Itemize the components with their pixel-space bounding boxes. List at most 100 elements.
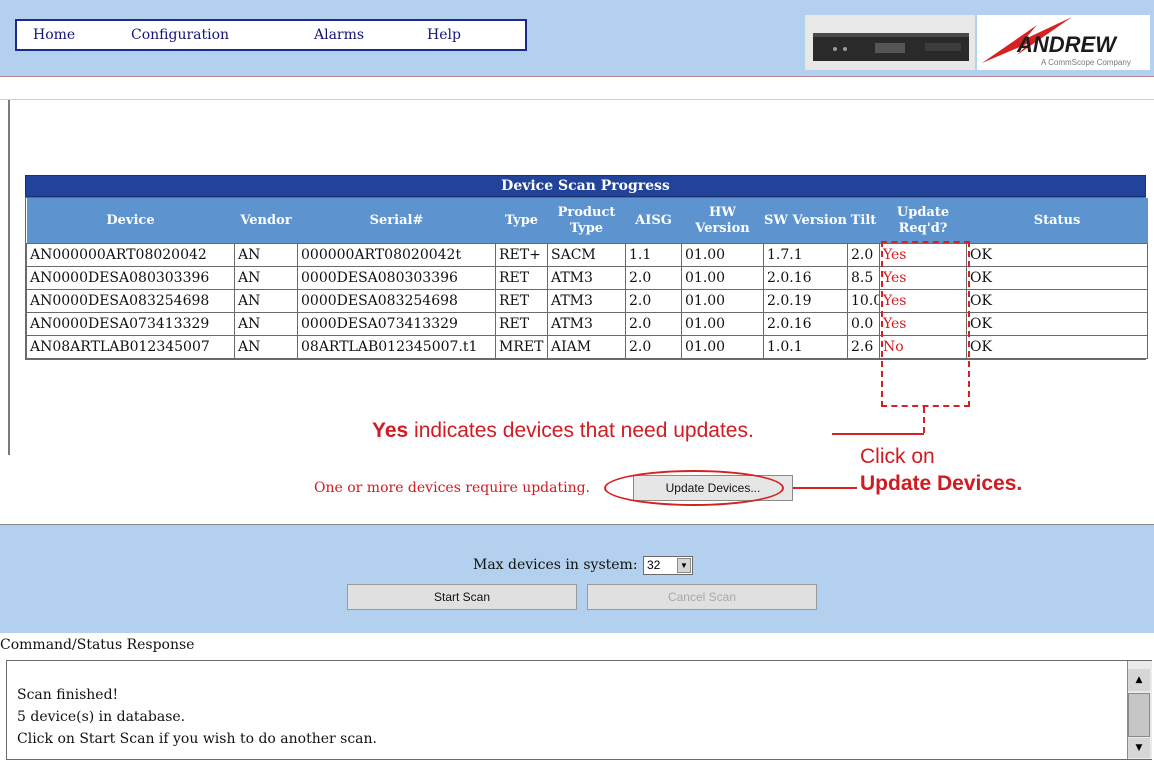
cell-product-type: ATM3 <box>547 266 626 290</box>
cell-vendor: AN <box>234 289 298 313</box>
update-column-highlight <box>881 241 970 407</box>
callout-pointer-line <box>793 487 857 489</box>
max-devices-select[interactable]: 32 ▼ <box>643 556 693 575</box>
cell-status: OK <box>966 243 1148 267</box>
table-row: AN0000DESA080303396 AN 0000DESA080303396 RE… <box>26 266 1148 290</box>
callout-yes-rest: indicates devices that need updates. <box>408 419 754 442</box>
cell-status: OK <box>966 266 1148 290</box>
console-line: Click on Start Scan if you wish to do an… <box>17 731 377 747</box>
cell-hw-version: 01.00 <box>681 266 764 290</box>
header-strip <box>0 77 1154 100</box>
nav-menu: Home Configuration Alarms Help <box>15 19 527 51</box>
cell-tilt: 0.0 <box>847 312 880 336</box>
andrew-logo: ANDREW A CommScope Company <box>977 15 1150 70</box>
scan-controls <box>0 524 1154 633</box>
col-product-type: Product Type <box>547 198 626 244</box>
cell-hw-version: 01.00 <box>681 289 764 313</box>
cell-product-type: ATM3 <box>547 312 626 336</box>
status-response-console[interactable]: Scan finished! 5 device(s) in database. … <box>6 660 1152 760</box>
cell-device: AN000000ART08020042 <box>26 243 235 267</box>
table-title: Device Scan Progress <box>25 175 1146 197</box>
scroll-thumb[interactable] <box>1128 693 1150 737</box>
nav-home[interactable]: Home <box>33 27 75 43</box>
scroll-down-icon[interactable]: ▼ <box>1128 738 1150 758</box>
cell-status: OK <box>966 289 1148 313</box>
cell-serial: 0000DESA080303396 <box>297 266 496 290</box>
max-devices-value: 32 <box>647 558 661 572</box>
nav-alarms[interactable]: Alarms <box>314 27 364 43</box>
update-button-highlight <box>604 470 784 506</box>
cell-tilt: 2.0 <box>847 243 880 267</box>
table-row: AN0000DESA083254698 AN 0000DESA083254698 RE… <box>26 289 1148 313</box>
cell-device: AN0000DESA083254698 <box>26 289 235 313</box>
cell-sw-version: 2.0.16 <box>763 312 848 336</box>
cell-product-type: ATM3 <box>547 289 626 313</box>
cell-status: OK <box>966 312 1148 336</box>
cell-aisg: 2.0 <box>625 312 682 336</box>
svg-text:ANDREW: ANDREW <box>1016 32 1118 57</box>
cell-serial: 000000ART08020042t <box>297 243 496 267</box>
col-sw-version: SW Version <box>763 198 848 244</box>
cell-type: RET <box>495 266 548 290</box>
col-update-reqd: Update Req'd? <box>879 198 967 244</box>
cell-vendor: AN <box>234 335 298 359</box>
cell-aisg: 2.0 <box>625 289 682 313</box>
cell-vendor: AN <box>234 266 298 290</box>
cell-tilt: 10.0 <box>847 289 880 313</box>
callout-update-devices: Update Devices. <box>860 472 1023 495</box>
table-row: AN08ARTLAB012345007 AN 08ARTLAB012345007.t… <box>26 335 1148 359</box>
console-line: 5 device(s) in database. <box>17 709 186 725</box>
table-row: AN000000ART08020042 AN 000000ART08020042t R… <box>26 243 1148 267</box>
col-type: Type <box>495 198 548 244</box>
cell-aisg: 2.0 <box>625 266 682 290</box>
device-rack-image <box>805 15 975 70</box>
cancel-scan-button: Cancel Scan <box>587 584 817 610</box>
cell-sw-version: 2.0.16 <box>763 266 848 290</box>
max-devices-label: Max devices in system: <box>473 557 638 573</box>
col-vendor: Vendor <box>234 198 298 244</box>
col-tilt: Tilt <box>847 198 880 244</box>
cell-product-type: AIAM <box>547 335 626 359</box>
cell-sw-version: 2.0.19 <box>763 289 848 313</box>
col-device: Device <box>26 198 235 244</box>
cell-tilt: 8.5 <box>847 266 880 290</box>
cell-serial: 0000DESA083254698 <box>297 289 496 313</box>
cell-product-type: SACM <box>547 243 626 267</box>
cell-status: OK <box>966 335 1148 359</box>
callout-line <box>832 433 924 435</box>
cell-serial: 0000DESA073413329 <box>297 312 496 336</box>
cell-hw-version: 01.00 <box>681 335 764 359</box>
callout-click-on: Click on <box>860 445 935 468</box>
cell-device: AN0000DESA080303396 <box>26 266 235 290</box>
cell-aisg: 2.0 <box>625 335 682 359</box>
cell-type: RET <box>495 312 548 336</box>
col-status: Status <box>966 198 1148 244</box>
chevron-down-icon[interactable]: ▼ <box>677 558 691 573</box>
callout-click-text: Click on Update Devices. <box>860 443 1022 497</box>
table-row: AN0000DESA073413329 AN 0000DESA073413329 RE… <box>26 312 1148 336</box>
col-aisg: AISG <box>625 198 682 244</box>
cell-type: RET+ <box>495 243 548 267</box>
cell-vendor: AN <box>234 243 298 267</box>
cell-type: RET <box>495 289 548 313</box>
scroll-up-icon[interactable]: ▲ <box>1128 669 1150 691</box>
cell-hw-version: 01.00 <box>681 243 764 267</box>
cell-vendor: AN <box>234 312 298 336</box>
cell-device: AN08ARTLAB012345007 <box>26 335 235 359</box>
start-scan-button[interactable]: Start Scan <box>347 584 577 610</box>
command-status-label: Command/Status Response <box>0 637 195 653</box>
cell-hw-version: 01.00 <box>681 312 764 336</box>
cell-device: AN0000DESA073413329 <box>26 312 235 336</box>
cell-tilt: 2.6 <box>847 335 880 359</box>
col-hw-version: HW Version <box>681 198 764 244</box>
nav-help[interactable]: Help <box>427 27 461 43</box>
device-scan-table: Device Scan Progress Device Vendor Seria… <box>25 175 1148 360</box>
nav-configuration[interactable]: Configuration <box>131 27 229 43</box>
col-serial: Serial# <box>297 198 496 244</box>
svg-text:A CommScope Company: A CommScope Company <box>1041 58 1131 67</box>
console-line: Scan finished! <box>17 687 119 703</box>
cell-serial: 08ARTLAB012345007.t1 <box>297 335 496 359</box>
update-required-message: One or more devices require updating. <box>314 480 591 496</box>
callout-connector <box>923 407 925 433</box>
cell-type: MRET <box>495 335 548 359</box>
